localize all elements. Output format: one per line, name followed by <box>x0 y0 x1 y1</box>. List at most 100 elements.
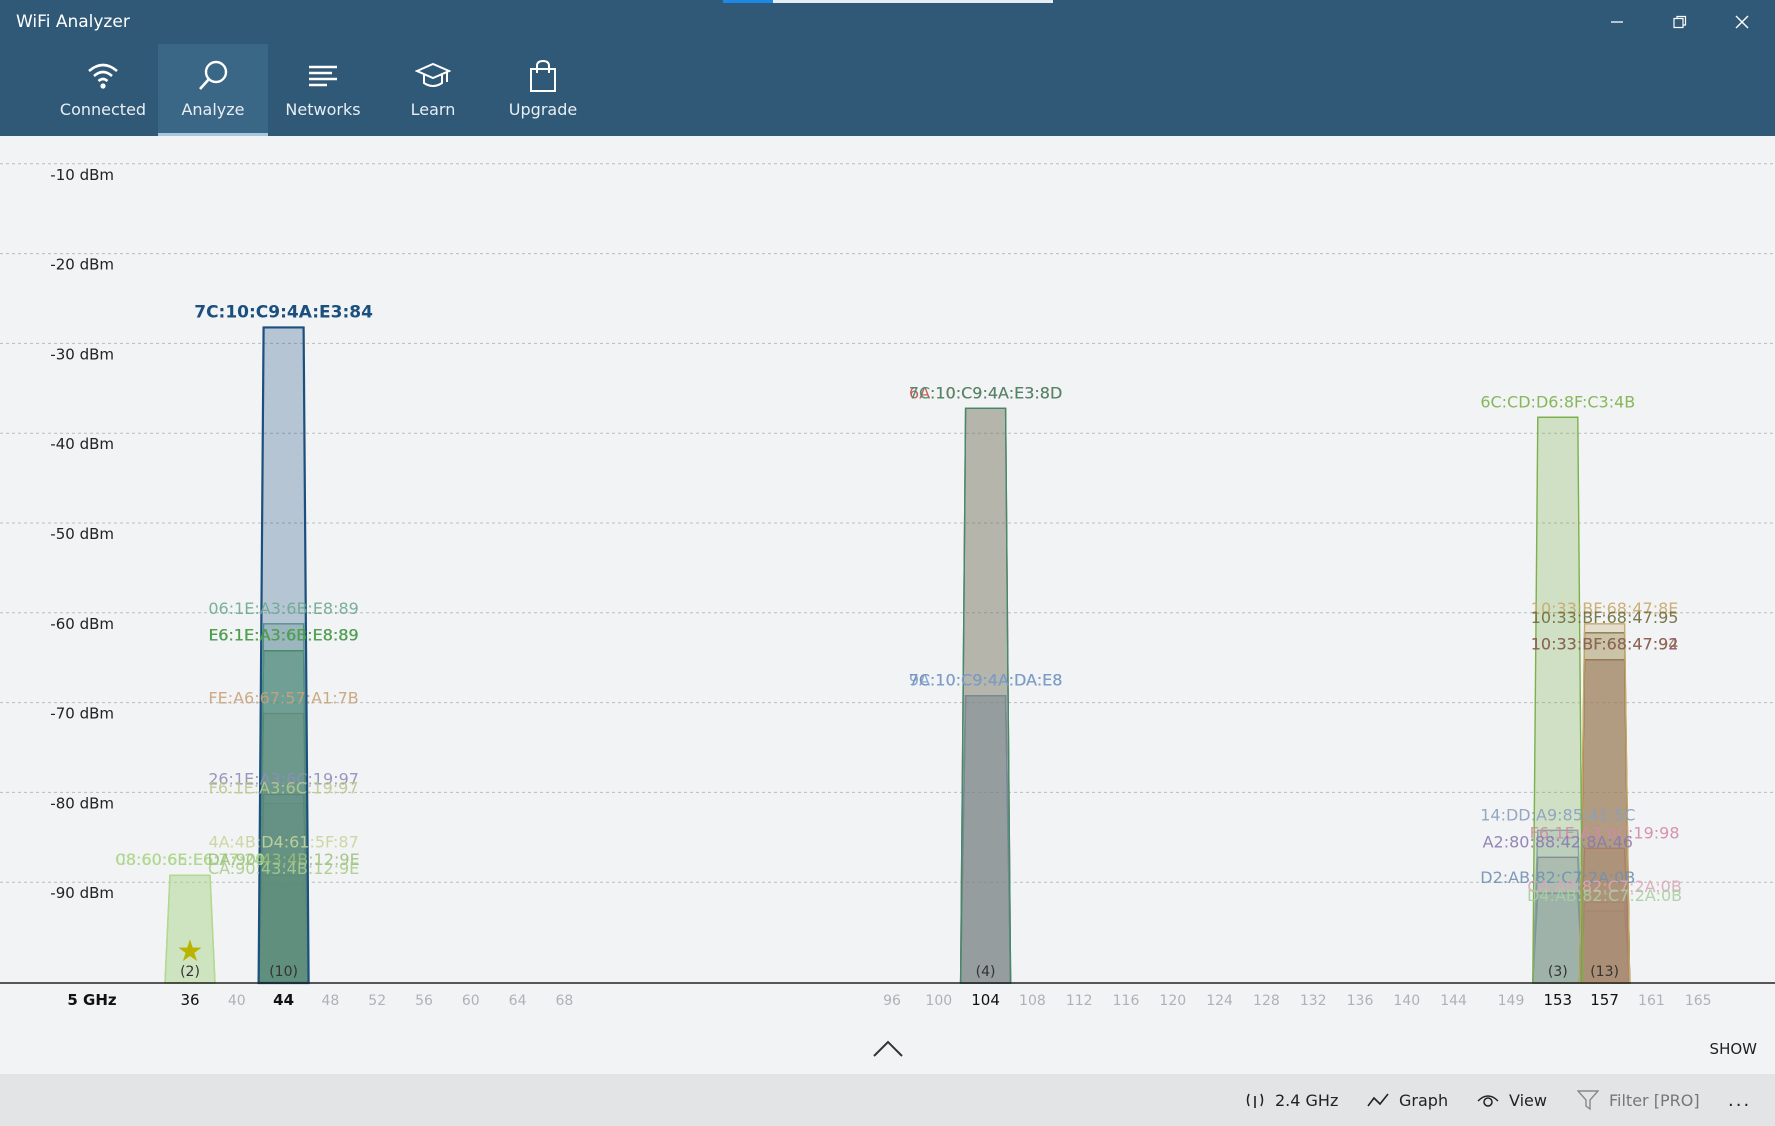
band-toggle-label: 2.4 GHz <box>1275 1090 1339 1110</box>
network-label: 06:1E:A3:6B:E8:89 <box>208 599 359 618</box>
y-tick-label: -40 dBm <box>50 435 114 453</box>
connected-star-icon: ★ <box>177 934 204 969</box>
y-tick-label: -70 dBm <box>50 705 114 723</box>
x-tick-label: 56 <box>415 993 433 1009</box>
minimize-icon <box>1611 21 1623 23</box>
x-tick-label: 157 <box>1590 991 1619 1009</box>
band-label: 5 GHz <box>67 991 117 1009</box>
y-tick-label: -30 dBm <box>50 345 114 363</box>
x-tick-label: 140 <box>1393 993 1420 1009</box>
view-button[interactable]: View <box>1477 1074 1547 1126</box>
network-label: FE:A6:67:57:A1:7B <box>208 689 358 708</box>
graph-icon <box>1367 1093 1389 1107</box>
channel-count-label: (10) <box>269 964 298 980</box>
network-label: CA:90:43:4B:12:9E <box>208 859 359 878</box>
tab-networks-label: Networks <box>285 100 361 119</box>
channel-count-label: (3) <box>1548 964 1568 980</box>
y-tick-label: -90 dBm <box>50 884 114 902</box>
x-tick-label: 48 <box>321 993 339 1009</box>
network-label: 14:DD:A9:85:41:5C <box>1480 805 1635 824</box>
x-tick-label: 64 <box>509 993 527 1009</box>
tab-analyze-label: Analyze <box>181 100 245 119</box>
show-button[interactable]: SHOW <box>1710 1040 1757 1058</box>
wifi-icon <box>88 63 118 89</box>
tab-analyze[interactable]: Analyze <box>158 44 268 136</box>
x-tick-label: 116 <box>1113 993 1140 1009</box>
x-tick-label: 165 <box>1685 993 1712 1009</box>
network-signal-bar <box>257 326 310 985</box>
antenna-icon <box>1246 1093 1264 1108</box>
y-tick-label: -80 dBm <box>50 794 114 812</box>
tab-learn[interactable]: Learn <box>378 44 488 136</box>
y-tick-label: -50 dBm <box>50 525 114 543</box>
filter-label: Filter [PRO] <box>1609 1090 1700 1110</box>
network-label: 9A:10:C9:4A:DA:E8 <box>909 671 1062 690</box>
x-tick-label: 124 <box>1206 993 1233 1009</box>
loading-progress-bar <box>723 0 1053 3</box>
x-tick-label: 96 <box>883 993 901 1009</box>
minimize-button[interactable] <box>1588 0 1646 44</box>
bottom-command-bar: 2.4 GHz Graph View Filter [PRO] ... <box>0 1074 1775 1126</box>
more-button[interactable]: ... <box>1728 1074 1751 1126</box>
y-tick-label: -60 dBm <box>50 615 114 633</box>
y-tick-label: -10 dBm <box>50 166 114 184</box>
tab-connected[interactable]: Connected <box>48 44 158 136</box>
x-tick-label: 120 <box>1159 993 1186 1009</box>
network-label: 10:33:BF:68:47:94 <box>1531 635 1679 654</box>
restore-icon <box>1673 15 1687 29</box>
restore-button[interactable] <box>1651 0 1709 44</box>
network-label: D4:AB:82:C7:2A:0B <box>1527 886 1682 905</box>
network-label: 6C:CD:D6:8F:C3:4B <box>1480 392 1635 411</box>
x-tick-label: 161 <box>1638 993 1665 1009</box>
band-toggle-button[interactable]: 2.4 GHz <box>1245 1074 1338 1126</box>
x-tick-label: 52 <box>368 993 386 1009</box>
network-label: 10:33:BF:68:47:95 <box>1531 608 1679 627</box>
x-tick-label: 104 <box>971 991 1000 1009</box>
x-tick-label: 128 <box>1253 993 1280 1009</box>
tab-networks[interactable]: Networks <box>268 44 378 136</box>
shopping-bag-icon <box>530 59 556 92</box>
network-label: 4A:4B:D4:61:5F:87 <box>208 832 358 851</box>
x-tick-label: 40 <box>228 993 246 1009</box>
x-tick-label: 60 <box>462 993 480 1009</box>
tab-connected-label: Connected <box>59 100 147 119</box>
tab-upgrade[interactable]: Upgrade <box>488 44 598 136</box>
view-label: View <box>1509 1090 1547 1110</box>
network-label: F6:1E:A3:6B:E8:89 <box>209 626 359 645</box>
chevron-up-icon[interactable] <box>868 1036 908 1062</box>
channel-count-label: (4) <box>976 964 996 980</box>
title-bar: WiFi Analyzer Connected Analyze Networks… <box>0 0 1775 136</box>
x-tick-label: 44 <box>273 991 294 1009</box>
network-label: A2:80:88:42:8A:46 <box>1483 832 1633 851</box>
network-label: 7C:10:C9:4A:E3:8D <box>909 383 1063 402</box>
x-tick-label: 136 <box>1347 993 1374 1009</box>
tab-learn-label: Learn <box>410 100 456 119</box>
network-signal-bar <box>959 407 1012 984</box>
graph-label: Graph <box>1399 1090 1449 1110</box>
magnifier-icon <box>199 60 228 90</box>
list-icon <box>309 65 337 87</box>
network-signal-bar <box>1578 623 1631 984</box>
graph-button[interactable]: Graph <box>1367 1074 1448 1126</box>
x-tick-label: 68 <box>555 993 573 1009</box>
close-button[interactable] <box>1713 0 1771 44</box>
eye-icon <box>1477 1095 1499 1107</box>
y-tick-label: -20 dBm <box>50 256 114 274</box>
x-tick-label: 108 <box>1019 993 1046 1009</box>
channel-count-label: (13) <box>1590 964 1619 980</box>
x-tick-label: 144 <box>1440 993 1467 1009</box>
x-tick-label: 132 <box>1300 993 1327 1009</box>
tab-upgrade-label: Upgrade <box>508 100 578 119</box>
signal-graph: 08:60:6E:E6:77:24C8:60:65:E6:77:207C:10:… <box>0 163 1775 1009</box>
network-label: F6:1E:A3:6C:19:97 <box>209 778 359 797</box>
more-icon: ... <box>1728 1089 1752 1111</box>
graduation-cap-icon <box>415 62 451 87</box>
network-label: 7C:10:C9:4A:E3:84 <box>194 302 373 322</box>
close-icon <box>1735 15 1749 29</box>
x-tick-label: 36 <box>180 991 199 1009</box>
filter-icon <box>1577 1090 1599 1111</box>
filter-button[interactable]: Filter [PRO] <box>1577 1074 1700 1126</box>
x-tick-label: 149 <box>1498 993 1525 1009</box>
x-tick-label: 100 <box>925 993 952 1009</box>
loading-progress-fill <box>723 0 773 3</box>
